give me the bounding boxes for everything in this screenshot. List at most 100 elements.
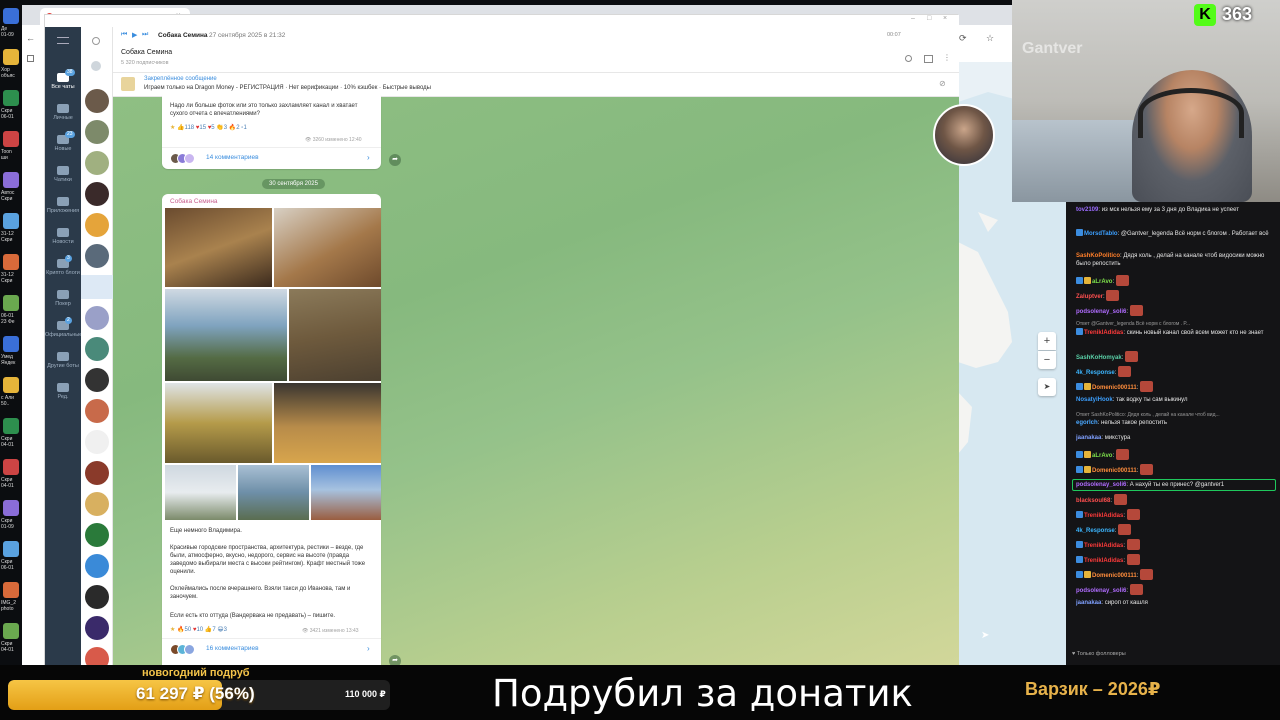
chat-avatar[interactable]	[85, 244, 109, 268]
chat-username[interactable]: aLrAvo	[1092, 453, 1112, 459]
desktop-shortcut-icon[interactable]	[3, 418, 19, 434]
chat-message[interactable]: Ответ SashKoPolitico: Дядя коль , делай …	[1076, 411, 1276, 427]
folder-tab[interactable]: Крипто блоги 3	[45, 255, 81, 277]
chat-message[interactable]: TreniklAdidas:	[1076, 539, 1276, 550]
chat-username[interactable]: NosatyiHook	[1076, 397, 1113, 403]
chat-username[interactable]: SashKoPolitico	[1076, 253, 1120, 259]
chat-username[interactable]: podsolenay_soli6	[1076, 309, 1126, 315]
folder-tab[interactable]: Ред.	[45, 383, 81, 401]
chat-username[interactable]: TreniklAdidas	[1084, 558, 1123, 564]
locate-button[interactable]: ➤	[1038, 378, 1056, 396]
chat-message[interactable]: podsolenay_soli6:	[1076, 584, 1276, 595]
chat-username[interactable]: Zaluptver	[1076, 294, 1103, 300]
chat-username[interactable]: jaanakaa	[1076, 435, 1101, 441]
folder-tab[interactable]: Все чаты 38	[45, 69, 81, 91]
reaction-thumbs-up[interactable]: 👍118	[177, 125, 194, 131]
chat-username[interactable]: podsolenay_soli6	[1076, 482, 1126, 488]
chat-avatar[interactable]	[85, 430, 109, 454]
chat-username[interactable]: MorsdTablo	[1084, 231, 1118, 237]
chat-avatar[interactable]	[85, 523, 109, 547]
chat-username[interactable]: jaanakaa	[1076, 600, 1101, 606]
chat-avatar[interactable]	[85, 368, 109, 392]
folder-tab[interactable]: Чатики	[45, 166, 81, 184]
chat-message[interactable]: NosatyiHook: так водку ты сам выкинул	[1076, 396, 1276, 404]
chat-message[interactable]: tov2109: из мск нельзя ему за 3 дня до В…	[1076, 206, 1276, 214]
desktop-shortcut-icon[interactable]	[3, 131, 19, 147]
chat-avatar[interactable]	[85, 89, 109, 113]
close-button[interactable]: ×	[943, 15, 947, 22]
reaction-fire[interactable]: 🔥2	[229, 125, 240, 131]
photo-3[interactable]	[165, 289, 287, 381]
desktop-shortcut-icon[interactable]	[3, 541, 19, 557]
folder-tab[interactable]: Покер	[45, 290, 81, 308]
chat-username[interactable]: Domenic000111	[1092, 385, 1137, 391]
photo-album[interactable]	[165, 208, 381, 520]
chat-message[interactable]: podsolenay_soli6: А нахуй ты ее принес? …	[1072, 479, 1276, 491]
reaction-thumbs-up[interactable]: 👍7	[205, 627, 216, 633]
pin-list-icon[interactable]: ⊘	[939, 79, 946, 88]
chat-avatar[interactable]	[85, 492, 109, 516]
chat-username[interactable]: TreniklAdidas	[1084, 330, 1123, 336]
search-icon[interactable]	[905, 55, 912, 62]
channel-avatar[interactable]	[933, 104, 995, 166]
photo-4[interactable]	[289, 289, 381, 381]
chat-avatar[interactable]	[85, 120, 109, 144]
chat-username[interactable]: SashKoHomyak	[1076, 355, 1122, 361]
desktop-shortcut-icon[interactable]	[3, 8, 19, 24]
apps-icon[interactable]	[27, 55, 34, 62]
desktop-shortcut-icon[interactable]	[3, 49, 19, 65]
more-icon[interactable]: ⋮	[943, 53, 951, 62]
folder-tab[interactable]: Новые 23	[45, 131, 81, 153]
folder-tab[interactable]: Приложения	[45, 197, 81, 215]
chat-message[interactable]: jaanakaa: сироп от кашля	[1076, 599, 1276, 607]
desktop-shortcut-icon[interactable]	[3, 295, 19, 311]
share-button[interactable]: ➦	[389, 154, 401, 166]
reaction-fire[interactable]: 🔥50	[177, 627, 191, 633]
chat-username[interactable]: aLrAvo	[1092, 279, 1112, 285]
chat-message[interactable]: Ответ @Gantver_legenda Всё норм с блогом…	[1076, 320, 1276, 337]
photo-1[interactable]	[165, 208, 272, 287]
folder-tab[interactable]: Новости	[45, 228, 81, 246]
chat-message[interactable]: TreniklAdidas:	[1076, 509, 1276, 520]
chat-message[interactable]: podsolenay_soli6:	[1076, 305, 1276, 316]
folder-tab[interactable]: Личные	[45, 104, 81, 122]
folder-tab[interactable]: Официальные 2	[45, 317, 82, 339]
desktop-shortcut-icon[interactable]	[3, 500, 19, 516]
comments-bar[interactable]: 14 комментариев ›	[162, 147, 381, 169]
chat-avatar[interactable]	[85, 182, 109, 206]
reaction-heart[interactable]: ♥15	[196, 125, 206, 131]
photo-9[interactable]	[311, 465, 381, 520]
chat-avatar[interactable]	[85, 337, 109, 361]
desktop-shortcut-icon[interactable]	[3, 90, 19, 106]
photo-8[interactable]	[238, 465, 309, 520]
maximize-button[interactable]: □	[927, 15, 931, 22]
chat-message[interactable]: MorsdTablo: @Gantver_legenda Всё норм с …	[1076, 229, 1276, 238]
chat-message[interactable]: blacksoul68:	[1076, 494, 1276, 505]
chat-message[interactable]: aLrAvo:	[1076, 449, 1276, 460]
chat-avatar[interactable]	[85, 585, 109, 609]
chat-avatar[interactable]	[81, 275, 113, 299]
chat-message[interactable]: SashKoPolitico: Дядя коль , делай на кан…	[1076, 252, 1276, 268]
desktop-shortcut-icon[interactable]	[3, 336, 19, 352]
chat-username[interactable]: podsolenay_soli6	[1076, 588, 1126, 594]
chat-avatar[interactable]	[85, 554, 109, 578]
chat-avatar[interactable]	[85, 616, 109, 640]
reaction-clap[interactable]: 👏3	[216, 125, 227, 131]
chat-username[interactable]: Domenic000111	[1092, 468, 1137, 474]
reaction-hearts[interactable]: ♥5	[208, 125, 215, 131]
photo-6[interactable]	[274, 383, 381, 463]
channel-post[interactable]: Собака Семина Еще немного Владимира. Кра…	[162, 194, 381, 672]
sidebar-toggle-icon[interactable]	[924, 55, 933, 63]
bookmark-icon[interactable]: ☆	[986, 33, 994, 44]
search-icon[interactable]	[92, 37, 100, 45]
comments-bar[interactable]: 16 комментариев ›	[162, 638, 381, 660]
reaction-star-icon[interactable]: ★	[170, 125, 175, 131]
channel-name[interactable]: Собака Семина	[121, 49, 172, 56]
chat-username[interactable]: Domenic000111	[1092, 573, 1137, 579]
reload-icon[interactable]: ⟳	[959, 33, 967, 44]
channel-post[interactable]: Надо ли больше фоток или это только захл…	[162, 91, 381, 169]
chat-message[interactable]: 4k_Response:	[1076, 524, 1276, 535]
folder-tab[interactable]: Другие боты	[45, 352, 81, 370]
desktop-shortcut-icon[interactable]	[3, 377, 19, 393]
menu-icon[interactable]	[57, 37, 69, 44]
